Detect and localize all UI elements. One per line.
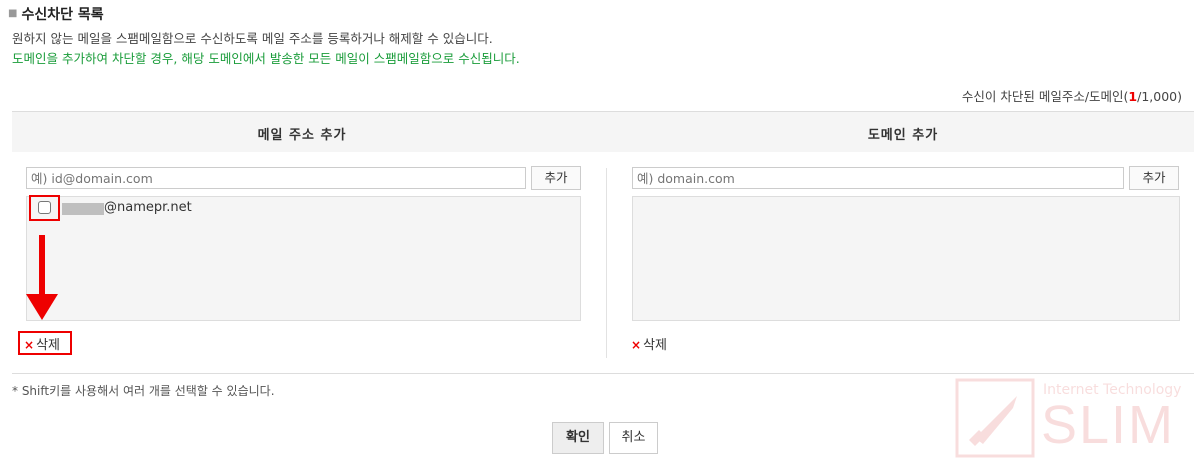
shift-select-note: * Shift키를 사용해서 여러 개를 선택할 수 있습니다. bbox=[12, 384, 275, 398]
email-item-label: @namepr.net bbox=[104, 200, 192, 215]
domain-list[interactable] bbox=[632, 196, 1180, 321]
email-item-checkbox[interactable] bbox=[38, 201, 51, 214]
rocket-logo-icon bbox=[955, 378, 1035, 458]
email-add-button[interactable]: 추가 bbox=[531, 166, 581, 190]
masked-email-id bbox=[62, 203, 104, 215]
email-input[interactable] bbox=[26, 167, 526, 189]
watermark-brand: SLIM bbox=[1041, 395, 1176, 455]
email-delete-button[interactable]: × 삭제 bbox=[24, 334, 60, 353]
bullet-icon: ■ bbox=[8, 8, 18, 19]
close-icon: × bbox=[631, 338, 642, 352]
blocked-count: 1 bbox=[1128, 89, 1138, 104]
blocked-counter: 수신이 차단된 메일주소/도메인(1/1,000) bbox=[961, 89, 1182, 104]
section-title-text: 수신차단 목록 bbox=[21, 7, 104, 23]
table-header: 메일 주소 추가 도메인 추가 bbox=[12, 111, 1194, 152]
arrow-down-icon bbox=[39, 235, 45, 297]
domain-delete-button[interactable]: × 삭제 bbox=[631, 334, 667, 353]
section-title: ■ 수신차단 목록 bbox=[8, 4, 104, 24]
confirm-button[interactable]: 확인 bbox=[552, 422, 604, 454]
panel-divider bbox=[606, 168, 607, 358]
email-panel-header: 메일 주소 추가 bbox=[257, 128, 347, 143]
section-description: 원하지 않는 메일을 스팸메일함으로 수신하도록 메일 주소를 등록하거나 해제… bbox=[12, 31, 493, 46]
close-icon: × bbox=[24, 338, 35, 352]
watermark: Internet Technology SLIM bbox=[955, 378, 1190, 458]
domain-notice: 도메인을 추가하여 차단할 경우, 해당 도메인에서 발송한 모든 메일이 스팸… bbox=[12, 51, 520, 66]
domain-add-button[interactable]: 추가 bbox=[1129, 166, 1179, 190]
footer-divider bbox=[12, 373, 1194, 374]
cancel-button[interactable]: 취소 bbox=[609, 422, 658, 454]
domain-input[interactable] bbox=[632, 167, 1124, 189]
domain-panel-header: 도메인 추가 bbox=[867, 128, 939, 143]
arrow-head-icon bbox=[26, 294, 58, 320]
